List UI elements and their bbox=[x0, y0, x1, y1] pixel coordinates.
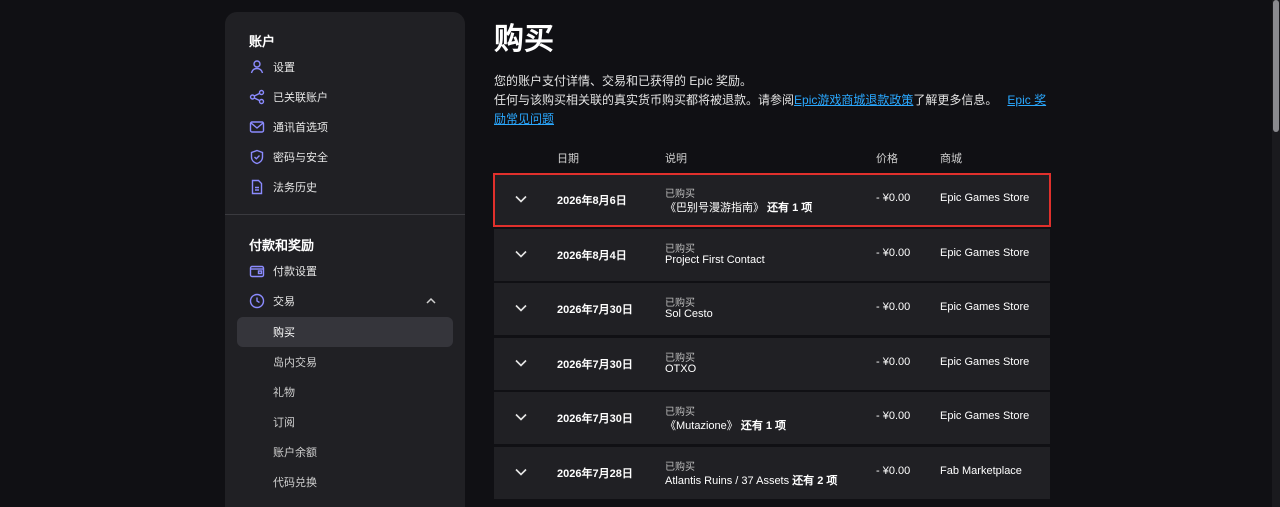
row-store: Epic Games Store bbox=[940, 356, 1030, 368]
sidebar-item-communication[interactable]: 通讯首选项 bbox=[249, 116, 328, 138]
sidebar-subitem-purchases[interactable]: 购买 bbox=[273, 323, 295, 341]
row-price: - ¥0.00 bbox=[876, 410, 911, 422]
column-header-description: 说明 bbox=[665, 153, 687, 165]
row-price: - ¥0.00 bbox=[876, 356, 911, 368]
row-date: 2026年8月6日 bbox=[557, 195, 627, 207]
row-date: 2026年7月30日 bbox=[557, 413, 633, 425]
chevron-down-icon[interactable] bbox=[514, 467, 528, 477]
sidebar-item-settings[interactable]: 设置 bbox=[249, 56, 295, 78]
scrollbar[interactable] bbox=[1272, 0, 1280, 507]
row-status: 已购买 bbox=[665, 407, 695, 418]
sidebar-subitem-account-balance[interactable]: 账户余额 bbox=[273, 443, 317, 461]
sidebar: 账户 设置 已关联账户 通讯首选项 密码与安全 法务历史 付款和奖励 付款设置 … bbox=[225, 12, 465, 507]
row-item: 《巴别号漫游指南》 bbox=[665, 202, 764, 214]
sidebar-item-legal-history[interactable]: 法务历史 bbox=[249, 176, 317, 198]
clock-icon bbox=[249, 293, 265, 309]
table-row[interactable]: 2026年7月30日 已购买 OTXO - ¥0.00 Epic Games Stor… bbox=[494, 338, 1050, 390]
table-row[interactable]: 2026年8月6日 已购买 《巴别号漫游指南》 还有 1 项- ¥0.00 Epic … bbox=[493, 173, 1051, 227]
table-row[interactable]: 2026年7月30日 已购买 Sol Cesto - ¥0.00 Epic Games… bbox=[494, 283, 1050, 335]
chevron-down-icon[interactable] bbox=[514, 412, 528, 422]
row-date: 2026年8月4日 bbox=[557, 250, 627, 262]
table-row[interactable]: 2026年8月4日 已购买 Project First Contact - ¥0.0… bbox=[494, 229, 1050, 281]
mail-icon bbox=[249, 119, 265, 135]
sidebar-item-label: 密码与安全 bbox=[273, 152, 328, 164]
column-header-date: 日期 bbox=[557, 153, 579, 165]
row-description: Project First Contact bbox=[665, 254, 765, 266]
sidebar-item-label: 法务历史 bbox=[273, 182, 317, 194]
row-store: Epic Games Store bbox=[940, 192, 1030, 204]
row-description: OTXO bbox=[665, 363, 696, 375]
column-header-price: 价格 bbox=[876, 153, 898, 165]
description-text: 任何与该购买相关联的真实货币购买都将被退款。请参阅 bbox=[494, 93, 795, 107]
table-row[interactable]: 2026年7月28日 已购买 Atlantis Ruins / 37 Assets … bbox=[494, 447, 1050, 499]
row-extra: 还有 1 项 bbox=[740, 420, 787, 432]
row-status: 已购买 bbox=[665, 298, 695, 309]
row-description: Atlantis Ruins / 37 Assets 还有 2 项 bbox=[665, 472, 837, 488]
sidebar-item-label: 付款设置 bbox=[273, 266, 317, 278]
chevron-down-icon[interactable] bbox=[514, 358, 528, 368]
row-store: Epic Games Store bbox=[940, 247, 1030, 259]
row-description: 《巴别号漫游指南》 还有 1 项 bbox=[665, 199, 812, 215]
sidebar-item-security[interactable]: 密码与安全 bbox=[249, 146, 328, 168]
row-status: 已购买 bbox=[665, 353, 695, 364]
page-title: 购买 bbox=[494, 23, 554, 56]
row-status: 已购买 bbox=[665, 462, 695, 473]
sidebar-subitem-gifts[interactable]: 礼物 bbox=[273, 383, 295, 401]
row-store: Epic Games Store bbox=[940, 301, 1030, 313]
table-header: 日期 说明 价格 商城 bbox=[494, 147, 1050, 167]
refund-policy-link[interactable]: Epic游戏商城退款政策 bbox=[794, 93, 913, 107]
wallet-icon bbox=[249, 263, 265, 279]
sidebar-item-linked-accounts[interactable]: 已关联账户 bbox=[249, 86, 328, 108]
description-text: 了解更多信息。 bbox=[913, 93, 998, 107]
purchases-page: 账户 设置 已关联账户 通讯首选项 密码与安全 法务历史 付款和奖励 付款设置 … bbox=[0, 0, 1280, 507]
chevron-down-icon[interactable] bbox=[514, 303, 528, 313]
row-store: Fab Marketplace bbox=[940, 465, 1022, 477]
scrollbar-thumb[interactable] bbox=[1273, 0, 1279, 132]
row-item: Sol Cesto bbox=[665, 308, 713, 320]
sidebar-item-label: 设置 bbox=[273, 62, 295, 74]
row-date: 2026年7月30日 bbox=[557, 304, 633, 316]
sidebar-subitem-code-redemption[interactable]: 代码兑换 bbox=[273, 473, 317, 491]
table-row[interactable]: 2026年7月30日 已购买 《Mutazione》 还有 1 项- ¥0.00 Ep… bbox=[494, 392, 1050, 444]
sidebar-subitem-island-transactions[interactable]: 岛内交易 bbox=[273, 353, 317, 371]
sidebar-item-label: 交易 bbox=[273, 296, 295, 308]
description-line: 您的账户支付详情、交易和已获得的 Epic 奖励。 bbox=[494, 74, 753, 88]
column-header-store: 商城 bbox=[940, 153, 962, 165]
row-price: - ¥0.00 bbox=[876, 465, 911, 477]
row-extra: 还有 2 项 bbox=[792, 475, 838, 487]
chevron-down-icon[interactable] bbox=[514, 249, 528, 259]
account-section-title: 账户 bbox=[249, 34, 276, 49]
row-item: Project First Contact bbox=[665, 254, 765, 266]
sidebar-item-label: 已关联账户 bbox=[273, 92, 328, 104]
row-item: 《Mutazione》 bbox=[665, 420, 738, 432]
row-date: 2026年7月28日 bbox=[557, 468, 633, 480]
sidebar-item-transactions[interactable]: 交易 bbox=[249, 290, 295, 312]
active-subitem-highlight bbox=[237, 317, 453, 347]
sidebar-item-label: 通讯首选项 bbox=[273, 122, 328, 134]
share-icon bbox=[249, 89, 265, 105]
row-status: 已购买 bbox=[665, 189, 695, 200]
row-status: 已购买 bbox=[665, 244, 695, 255]
row-description: 《Mutazione》 还有 1 项 bbox=[665, 417, 786, 433]
row-store: Epic Games Store bbox=[940, 410, 1030, 422]
row-description: Sol Cesto bbox=[665, 308, 713, 320]
document-icon bbox=[249, 179, 265, 195]
chevron-down-icon[interactable] bbox=[514, 194, 528, 204]
chevron-up-icon[interactable] bbox=[425, 295, 437, 307]
row-price: - ¥0.00 bbox=[876, 192, 911, 204]
sidebar-item-payment-settings[interactable]: 付款设置 bbox=[249, 260, 317, 282]
shield-icon bbox=[249, 149, 265, 165]
payments-section-title: 付款和奖励 bbox=[249, 238, 315, 253]
page-description: 您的账户支付详情、交易和已获得的 Epic 奖励。 任何与该购买相关联的真实货币… bbox=[494, 72, 1050, 129]
row-price: - ¥0.00 bbox=[876, 247, 911, 259]
row-price: - ¥0.00 bbox=[876, 301, 911, 313]
user-icon bbox=[249, 59, 265, 75]
row-extra: 还有 1 项 bbox=[767, 202, 813, 214]
sidebar-subitem-subscriptions[interactable]: 订阅 bbox=[273, 413, 295, 431]
sidebar-divider bbox=[225, 214, 465, 215]
row-date: 2026年7月30日 bbox=[557, 359, 633, 371]
row-item: OTXO bbox=[665, 363, 697, 375]
description-line: 任何与该购买相关联的真实货币购买都将被退款。请参阅Epic游戏商城退款政策了解更… bbox=[494, 91, 1050, 129]
row-item: Atlantis Ruins / 37 Assets bbox=[665, 475, 790, 487]
